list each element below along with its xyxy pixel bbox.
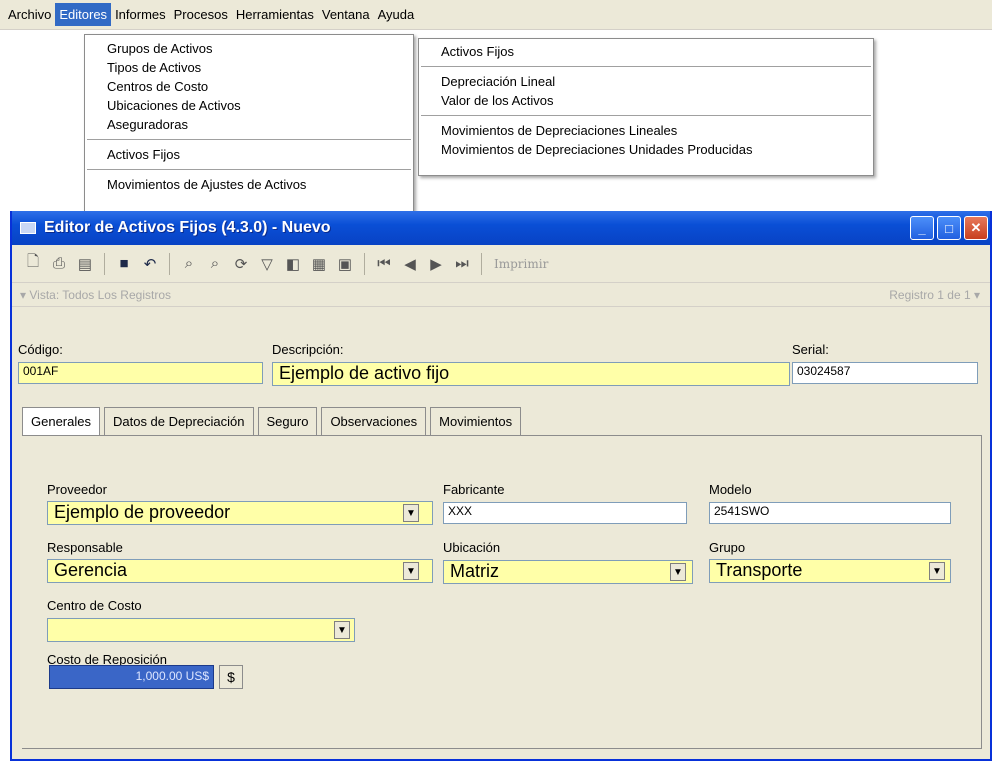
ubicacion-dropdown-icon[interactable]: ▼ [670, 563, 686, 581]
first-record-icon[interactable]: ⏮ [373, 253, 395, 275]
responsable-label: Responsable [47, 540, 123, 555]
costo-reposicion-input[interactable]: 1,000.00 US$ [49, 665, 214, 689]
new-icon[interactable]: 🗋 [22, 253, 44, 275]
menu-item-grupos[interactable]: Grupos de Activos [85, 39, 413, 58]
fabricante-label: Fabricante [443, 482, 505, 497]
previous-record-icon[interactable]: ◀ [399, 253, 421, 275]
editores-dropdown: Grupos de Activos Tipos de Activos Centr… [84, 34, 414, 214]
proveedor-label: Proveedor [47, 482, 107, 497]
menu-item-ubicaciones[interactable]: Ubicaciones de Activos [85, 96, 413, 115]
responsable-select[interactable]: Gerencia [47, 559, 433, 583]
menu-item-activos-fijos[interactable]: Activos Fijos [85, 145, 413, 164]
menu-item-movimientos-ajustes[interactable]: Movimientos de Ajustes de Activos [85, 175, 413, 194]
find-next-icon[interactable]: ⌕ [204, 253, 226, 275]
registro-indicator[interactable]: Registro 1 de 1 ▾ [889, 288, 980, 302]
grupo-label: Grupo [709, 540, 746, 555]
maximize-button[interactable]: □ [937, 216, 961, 240]
grupo-dropdown-icon[interactable]: ▼ [929, 562, 945, 580]
tab-strip: Generales Datos de Depreciación Seguro O… [22, 405, 525, 435]
descripcion-label: Descripción: [272, 342, 344, 357]
editor-window: Editor de Activos Fijos (4.3.0) - Nuevo … [10, 211, 992, 761]
submenu-item-activos-fijos[interactable]: Activos Fijos [419, 42, 873, 61]
next-record-icon[interactable]: ▶ [425, 253, 447, 275]
grupo-select[interactable]: Transporte [709, 559, 951, 583]
codigo-label: Código: [18, 342, 63, 357]
tab-observaciones[interactable]: Observaciones [321, 407, 427, 435]
export-icon[interactable]: ▣ [334, 253, 356, 275]
toolbar-separator [364, 252, 365, 275]
toolbar: 🗋 ⎙ ▤ ■ ↶ ⌕ ⌕ ⟳ ▽ ◧ ▦ ▣ ⏮ ◀ ▶ ⏭ Imprimir [12, 245, 990, 283]
codigo-input[interactable]: 001AF [18, 362, 263, 384]
registro-label: Registro 1 de 1 [889, 287, 971, 302]
view-bar: ▾ Vista: Todos Los Registros Registro 1 … [12, 283, 990, 307]
window-icon [20, 222, 36, 234]
menu-ventana[interactable]: Ventana [318, 3, 374, 26]
modelo-label: Modelo [709, 482, 752, 497]
menu-herramientas[interactable]: Herramientas [232, 3, 318, 26]
tab-generales[interactable]: Generales [22, 407, 100, 435]
menu-procesos[interactable]: Procesos [170, 3, 232, 26]
fabricante-input[interactable]: XXX [443, 502, 687, 524]
tab-datos-depreciacion[interactable]: Datos de Depreciación [103, 407, 254, 435]
menu-item-centros[interactable]: Centros de Costo [85, 77, 413, 96]
centro-costo-label: Centro de Costo [47, 598, 142, 613]
refresh-icon[interactable]: ⟳ [230, 253, 252, 275]
toolbar-separator [104, 252, 105, 275]
menu-separator [87, 139, 411, 140]
print-icon[interactable]: ▤ [74, 253, 96, 275]
search-records-icon[interactable]: ◧ [282, 253, 304, 275]
tab-movimientos[interactable]: Movimientos [430, 407, 522, 435]
currency-button[interactable]: $ [219, 665, 243, 689]
responsable-dropdown-icon[interactable]: ▼ [403, 562, 419, 580]
ubicacion-label: Ubicación [443, 540, 501, 555]
window-title: Editor de Activos Fijos (4.3.0) - Nuevo [44, 219, 331, 236]
submenu-item-mov-dep-unidades[interactable]: Movimientos de Depreciaciones Unidades P… [419, 140, 873, 159]
descripcion-input[interactable]: Ejemplo de activo fijo [272, 362, 790, 386]
save-icon[interactable]: ■ [113, 253, 135, 275]
grid-icon[interactable]: ▦ [308, 253, 330, 275]
menu-item-aseguradoras[interactable]: Aseguradoras [85, 115, 413, 134]
vista-label: Vista: Todos Los Registros [29, 287, 171, 302]
close-button[interactable]: ✕ [964, 216, 988, 240]
vista-selector[interactable]: ▾ Vista: Todos Los Registros [20, 288, 171, 302]
submenu-item-mov-dep-lineales[interactable]: Movimientos de Depreciaciones Lineales [419, 121, 873, 140]
menu-separator [421, 66, 871, 67]
menu-informes[interactable]: Informes [111, 3, 170, 26]
menu-separator [421, 115, 871, 116]
centro-costo-dropdown-icon[interactable]: ▼ [334, 621, 350, 639]
find-icon[interactable]: ⌕ [178, 253, 200, 275]
proveedor-select[interactable]: Ejemplo de proveedor [47, 501, 433, 525]
undo-icon[interactable]: ↶ [139, 253, 161, 275]
menu-ayuda[interactable]: Ayuda [374, 3, 419, 26]
menu-archivo[interactable]: Archivo [4, 3, 55, 26]
imprimir-button[interactable]: Imprimir [494, 257, 548, 271]
title-bar[interactable]: Editor de Activos Fijos (4.3.0) - Nuevo … [12, 211, 990, 245]
menu-bar: Archivo Editores Informes Procesos Herra… [0, 0, 992, 30]
menu-separator [87, 169, 411, 170]
proveedor-dropdown-icon[interactable]: ▼ [403, 504, 419, 522]
submenu-item-valor-activos[interactable]: Valor de los Activos [419, 91, 873, 110]
toolbar-separator [481, 252, 482, 275]
menu-item-tipos[interactable]: Tipos de Activos [85, 58, 413, 77]
minimize-button[interactable]: _ [910, 216, 934, 240]
toolbar-separator [169, 252, 170, 275]
submenu-item-depreciacion-lineal[interactable]: Depreciación Lineal [419, 72, 873, 91]
menu-editores[interactable]: Editores [55, 3, 112, 26]
ubicacion-select[interactable]: Matriz [443, 560, 693, 584]
print-preview-icon[interactable]: ⎙ [48, 253, 70, 275]
tab-seguro[interactable]: Seguro [257, 407, 318, 435]
serial-input[interactable]: 03024587 [792, 362, 978, 384]
last-record-icon[interactable]: ⏭ [451, 253, 473, 275]
activos-submenu: Activos Fijos Depreciación Lineal Valor … [418, 38, 874, 176]
centro-costo-select[interactable] [47, 618, 355, 642]
modelo-input[interactable]: 2541SWO [709, 502, 951, 524]
serial-label: Serial: [792, 342, 829, 357]
filter-icon[interactable]: ▽ [256, 253, 278, 275]
